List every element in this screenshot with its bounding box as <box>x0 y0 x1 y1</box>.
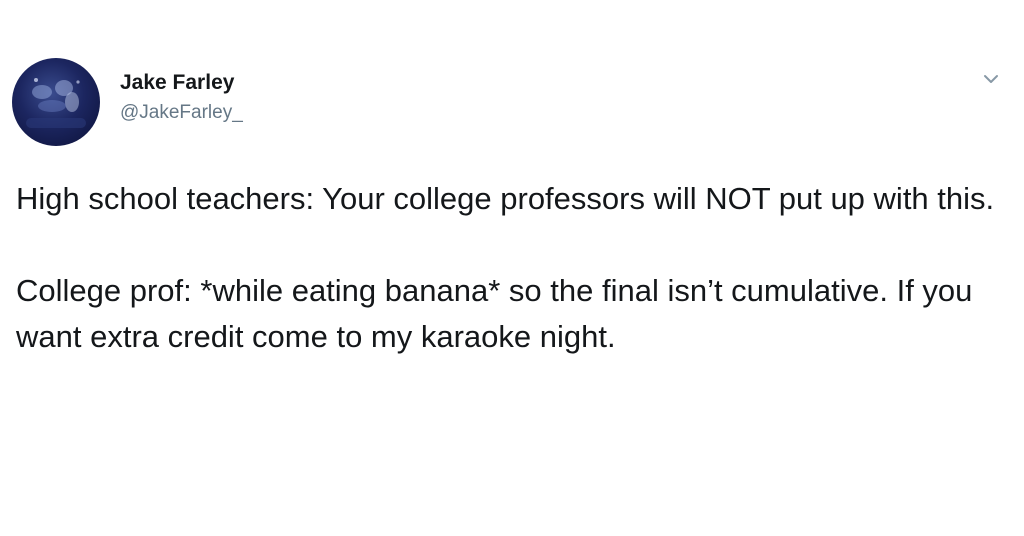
tweet-paragraph: High school teachers: Your college profe… <box>16 181 995 216</box>
tweet-card: Jake Farley @JakeFarley_ High school tea… <box>0 0 1024 536</box>
chevron-down-icon <box>984 75 998 83</box>
avatar-image <box>26 78 86 128</box>
more-options-button[interactable] <box>974 62 1008 96</box>
author-handle[interactable]: @JakeFarley_ <box>120 100 243 126</box>
avatar[interactable] <box>12 58 100 146</box>
author-display-name[interactable]: Jake Farley <box>120 70 243 96</box>
author-info[interactable]: Jake Farley @JakeFarley_ <box>120 70 243 126</box>
tweet-paragraph: College prof: *while eating banana* so t… <box>16 273 973 354</box>
tweet-text: High school teachers: Your college profe… <box>16 176 1016 360</box>
